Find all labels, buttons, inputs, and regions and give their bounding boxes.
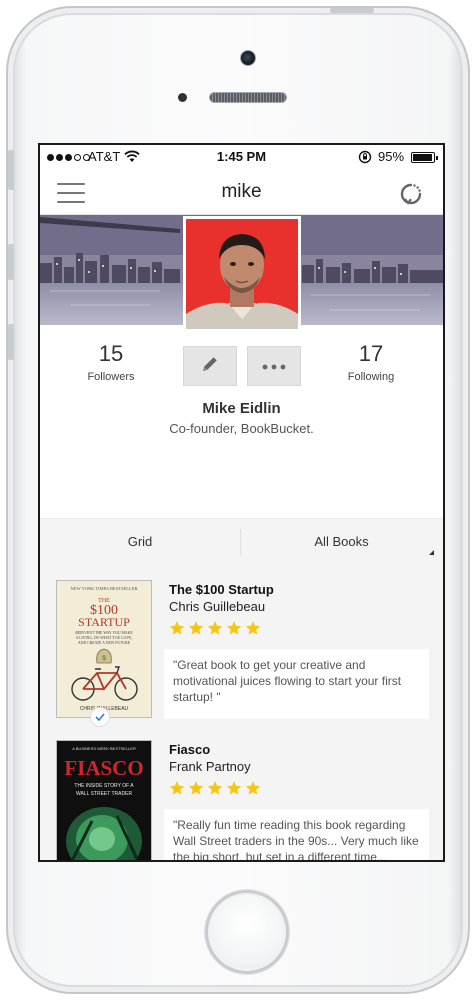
star-icon	[169, 621, 185, 635]
star-icon	[188, 621, 204, 635]
following-label: Following	[347, 371, 395, 383]
star-icon	[245, 621, 261, 635]
star-icon	[226, 621, 242, 635]
app-screen: AT&T 1:45 PM 95% mike 15 Followers 17 Fo…	[38, 143, 445, 862]
star-icon	[207, 621, 223, 635]
battery-percent: 95%	[378, 149, 405, 164]
more-options-button[interactable]	[247, 346, 301, 386]
battery-icon	[411, 152, 438, 163]
following-stat[interactable]: 17 Following	[316, 341, 426, 383]
filter-bar: Grid All Books	[40, 518, 443, 564]
nav-bar: mike	[40, 171, 443, 215]
book-author: Frank Partnoy	[169, 759, 251, 774]
svg-text:AND CREATE A NEW FUTURE: AND CREATE A NEW FUTURE	[78, 641, 131, 645]
front-camera	[240, 50, 256, 66]
profile-bio: Co-founder, BookBucket.	[169, 421, 314, 436]
page-title: mike	[221, 181, 262, 202]
star-icon	[169, 781, 185, 795]
power-button	[330, 8, 374, 13]
edit-profile-button[interactable]	[183, 346, 237, 386]
refresh-icon[interactable]	[396, 179, 426, 209]
svg-text:STARTUP: STARTUP	[78, 615, 130, 629]
book-list: NEW YORK TIMES BESTSELLER THE $100 START…	[40, 564, 443, 860]
list-item[interactable]: A BUSINESS WEEK BESTSELLER FIASCO THE IN…	[40, 740, 443, 860]
phone-frame: AT&T 1:45 PM 95% mike 15 Followers 17 Fo…	[6, 6, 470, 994]
followers-stat[interactable]: 15 Followers	[56, 341, 166, 383]
volume-up-button	[8, 244, 14, 280]
collection-selector[interactable]: All Books	[240, 519, 443, 565]
volume-down-button	[8, 324, 14, 360]
profile-name: Mike Eidlin	[202, 400, 281, 417]
status-bar: AT&T 1:45 PM 95%	[40, 145, 443, 171]
book-title[interactable]: Fiasco	[169, 742, 210, 757]
svg-text:A BUSINESS WEEK BESTSELLER: A BUSINESS WEEK BESTSELLER	[72, 746, 136, 751]
star-icon	[226, 781, 242, 795]
list-item[interactable]: NEW YORK TIMES BESTSELLER THE $100 START…	[40, 580, 443, 740]
read-check-icon	[90, 707, 110, 727]
star-icon	[207, 781, 223, 795]
star-icon	[188, 781, 204, 795]
home-button[interactable]	[205, 890, 289, 974]
mute-switch	[8, 150, 14, 190]
avatar[interactable]	[183, 216, 301, 332]
following-count: 17	[358, 341, 384, 366]
collection-label: All Books	[314, 534, 369, 549]
more-dots-icon	[262, 357, 286, 375]
pencil-icon	[200, 354, 220, 379]
book-review: "Really fun time reading this book regar…	[164, 809, 429, 860]
svg-text:THE INSIDE STORY OF A: THE INSIDE STORY OF A	[74, 783, 134, 789]
svg-text:NEW YORK TIMES BESTSELLER: NEW YORK TIMES BESTSELLER	[70, 586, 137, 591]
rotation-lock-icon	[358, 150, 372, 167]
book-cover[interactable]: A BUSINESS WEEK BESTSELLER FIASCO THE IN…	[56, 740, 152, 860]
book-cover[interactable]: NEW YORK TIMES BESTSELLER THE $100 START…	[56, 580, 152, 718]
book-author: Chris Guillebeau	[169, 599, 266, 614]
followers-label: Followers	[87, 371, 135, 383]
book-review: "Great book to get your creative and mot…	[164, 649, 429, 719]
svg-text:FIASCO: FIASCO	[64, 756, 143, 780]
svg-text:REINVENT THE WAY YOU MAKE: REINVENT THE WAY YOU MAKE	[75, 631, 133, 635]
view-mode-selector[interactable]: Grid	[40, 519, 240, 565]
rating-stars	[169, 620, 261, 636]
svg-text:WALL STREET TRADER: WALL STREET TRADER	[76, 791, 133, 797]
star-icon	[245, 781, 261, 795]
followers-count: 15	[98, 341, 124, 366]
dropdown-caret-icon	[429, 550, 434, 555]
proximity-sensor	[178, 93, 187, 102]
rating-stars	[169, 780, 261, 796]
earpiece-speaker	[209, 92, 287, 103]
book-title[interactable]: The $100 Startup	[169, 582, 274, 597]
